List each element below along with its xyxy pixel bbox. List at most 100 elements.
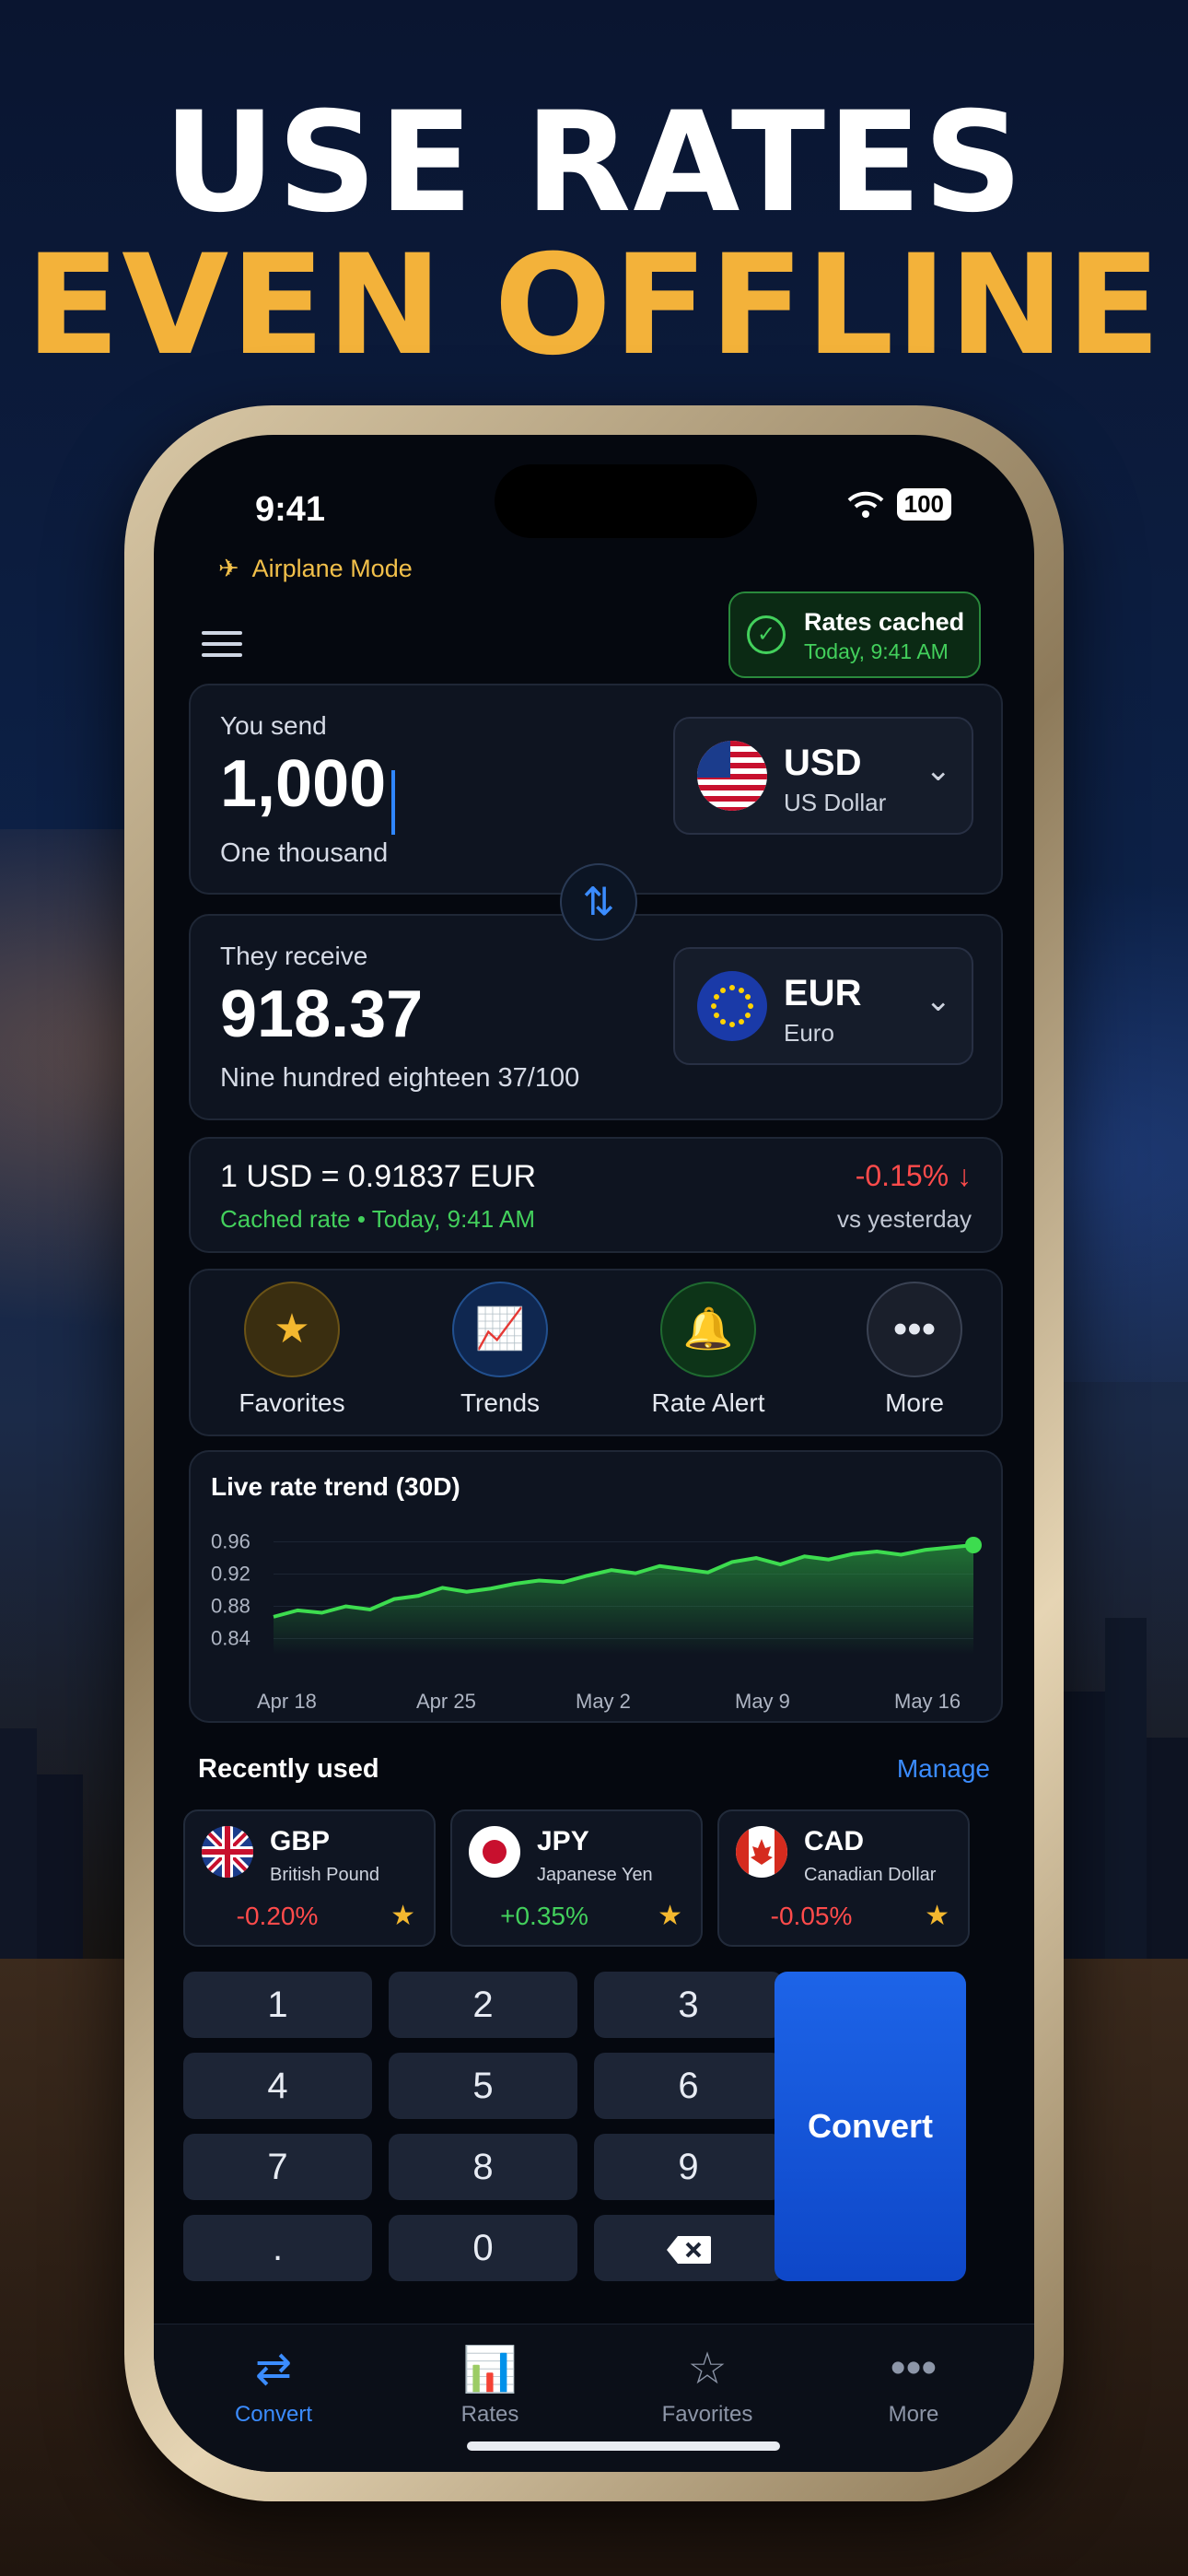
tab-more[interactable]: ••• More xyxy=(844,2343,983,2428)
key-7[interactable]: 7 xyxy=(183,2134,372,2200)
receive-currency-select[interactable]: EUR Euro ⌄ xyxy=(673,947,973,1065)
recent-code: GBP xyxy=(270,1826,331,1856)
hamburger-line xyxy=(202,642,242,646)
recent-name: Japanese Yen xyxy=(537,1865,653,1885)
airplane-icon: ✈ xyxy=(218,555,239,582)
star-icon[interactable]: ★ xyxy=(390,1900,415,1932)
airplane-mode-indicator: ✈ Airplane Mode xyxy=(218,555,413,583)
convert-button[interactable]: Convert xyxy=(775,1972,966,2281)
key-1[interactable]: 1 xyxy=(183,1972,372,2038)
x-tick-label: May 16 xyxy=(894,1690,961,1713)
airplane-mode-label: Airplane Mode xyxy=(251,555,413,582)
star-icon: ★ xyxy=(244,1282,340,1377)
trend-icon: 📈 xyxy=(452,1282,548,1377)
series-area xyxy=(274,1545,973,1655)
menu-button[interactable] xyxy=(202,624,242,664)
receive-amount: 918.37 xyxy=(220,978,424,1051)
rate-alert-action[interactable]: 🔔 Rate Alert xyxy=(635,1282,782,1418)
key-4[interactable]: 4 xyxy=(183,2053,372,2119)
home-indicator xyxy=(467,2441,780,2451)
headline-line-2: EVEN OFFLINE xyxy=(25,226,1163,386)
more-icon: ••• xyxy=(867,1282,962,1377)
send-currency-select[interactable]: USD US Dollar ⌄ xyxy=(673,717,973,835)
x-tick-label: May 2 xyxy=(576,1690,631,1713)
more-action[interactable]: ••• More xyxy=(841,1282,988,1418)
convert-icon: ⇄ xyxy=(254,2345,293,2394)
x-tick-label: May 9 xyxy=(735,1690,790,1713)
recent-card-cad[interactable]: CAD Canadian Dollar -0.05% ★ xyxy=(717,1809,970,1947)
eu-flag-icon xyxy=(697,971,767,1041)
recent-card-gbp[interactable]: GBP British Pound -0.20% ★ xyxy=(183,1809,436,1947)
action-label: Favorites xyxy=(239,1388,345,1417)
key-6[interactable]: 6 xyxy=(594,2053,783,2119)
y-tick-label: 0.92 xyxy=(211,1563,250,1586)
latest-point xyxy=(965,1537,982,1553)
recent-name: Canadian Dollar xyxy=(804,1865,937,1885)
rates-cached-badge: ✓ Rates cached Today, 9:41 AM xyxy=(728,591,981,678)
rate-trend-chart: Live rate trend (30D) 0.96 0.92 0.88 0.84 Ap… xyxy=(189,1450,1003,1723)
text-caret xyxy=(391,769,396,835)
favorites-action[interactable]: ★ Favorites xyxy=(218,1282,366,1418)
key-5[interactable]: 5 xyxy=(389,2053,577,2119)
bar-chart-icon: 📊 xyxy=(462,2346,518,2395)
tab-label: Rates xyxy=(460,2402,519,2427)
recent-card-jpy[interactable]: JPY Japanese Yen +0.35% ★ xyxy=(450,1809,703,1947)
receive-label: They receive xyxy=(220,942,368,970)
recent-title: Recently used xyxy=(198,1754,379,1784)
trends-action[interactable]: 📈 Trends xyxy=(426,1282,574,1418)
wifi-icon xyxy=(847,491,883,518)
check-circle-icon: ✓ xyxy=(747,615,786,654)
chart-title: Live rate trend (30D) xyxy=(211,1472,460,1501)
action-label: Rate Alert xyxy=(651,1388,765,1417)
star-icon[interactable]: ★ xyxy=(658,1900,682,1932)
swap-button[interactable]: ⇅ xyxy=(560,863,637,941)
tab-label: Favorites xyxy=(661,2402,753,2427)
phone-screen: 9:41 100 ✈ Airplane Mode ✓ Rates cached … xyxy=(154,435,1034,2472)
us-flag-icon xyxy=(697,741,767,811)
receive-card: They receive 918.37 Nine hundred eightee… xyxy=(189,914,1003,1120)
receive-currency-code: EUR xyxy=(784,973,862,1013)
receive-words: Nine hundred eighteen 37/100 xyxy=(220,1063,580,1093)
cached-title: Rates cached xyxy=(804,608,965,636)
more-icon: ••• xyxy=(890,2344,938,2393)
send-amount: 1,000 xyxy=(220,747,387,821)
rate-change: -0.15% ↓ xyxy=(856,1159,972,1193)
tab-label: More xyxy=(888,2402,939,2427)
key-2[interactable]: 2 xyxy=(389,1972,577,2038)
canada-flag-icon xyxy=(736,1826,787,1878)
send-currency-code: USD xyxy=(784,743,862,783)
chevron-down-icon: ⌄ xyxy=(925,983,952,1018)
manage-link[interactable]: Manage xyxy=(897,1754,990,1784)
y-tick-label: 0.84 xyxy=(211,1627,250,1650)
key-0[interactable]: 0 xyxy=(389,2215,577,2281)
headline-line-1: USE RATES xyxy=(163,83,1025,243)
japan-flag-icon xyxy=(469,1826,520,1878)
key-3[interactable]: 3 xyxy=(594,1972,783,2038)
key-8[interactable]: 8 xyxy=(389,2134,577,2200)
swap-arrows-icon: ⇅ xyxy=(582,880,615,923)
tab-label: Convert xyxy=(234,2402,313,2427)
exchange-rate-card: 1 USD = 0.91837 EUR Cached rate • Today,… xyxy=(189,1137,1003,1253)
recently-used: Recently used Manage GBP British Pound -… xyxy=(183,1736,1001,1957)
send-amount-input[interactable]: 1,000 xyxy=(220,746,396,835)
x-tick-label: Apr 18 xyxy=(257,1690,317,1713)
tab-convert[interactable]: ⇄ Convert xyxy=(204,2343,343,2428)
key-9[interactable]: 9 xyxy=(594,2134,783,2200)
backspace-icon xyxy=(666,2236,711,2265)
uk-flag-icon xyxy=(202,1826,253,1878)
send-label: You send xyxy=(220,711,327,740)
action-label: More xyxy=(885,1388,944,1417)
backspace-key[interactable] xyxy=(594,2215,783,2281)
tab-favorites[interactable]: ☆ Favorites xyxy=(638,2343,776,2428)
rate-vs-label: vs yesterday xyxy=(837,1205,972,1233)
hamburger-line xyxy=(202,653,242,657)
tab-rates[interactable]: 📊 Rates xyxy=(421,2343,559,2428)
send-currency-name: US Dollar xyxy=(784,789,887,816)
key-decimal[interactable]: . xyxy=(183,2215,372,2281)
recent-name: British Pound xyxy=(270,1865,379,1885)
star-icon[interactable]: ★ xyxy=(925,1900,949,1932)
y-tick-label: 0.96 xyxy=(211,1530,250,1553)
arrow-down-icon: ↓ xyxy=(957,1159,972,1192)
keypad: 1 2 3 4 5 6 7 8 9 . 0 Convert xyxy=(183,1972,1003,2303)
dynamic-island xyxy=(495,464,757,538)
